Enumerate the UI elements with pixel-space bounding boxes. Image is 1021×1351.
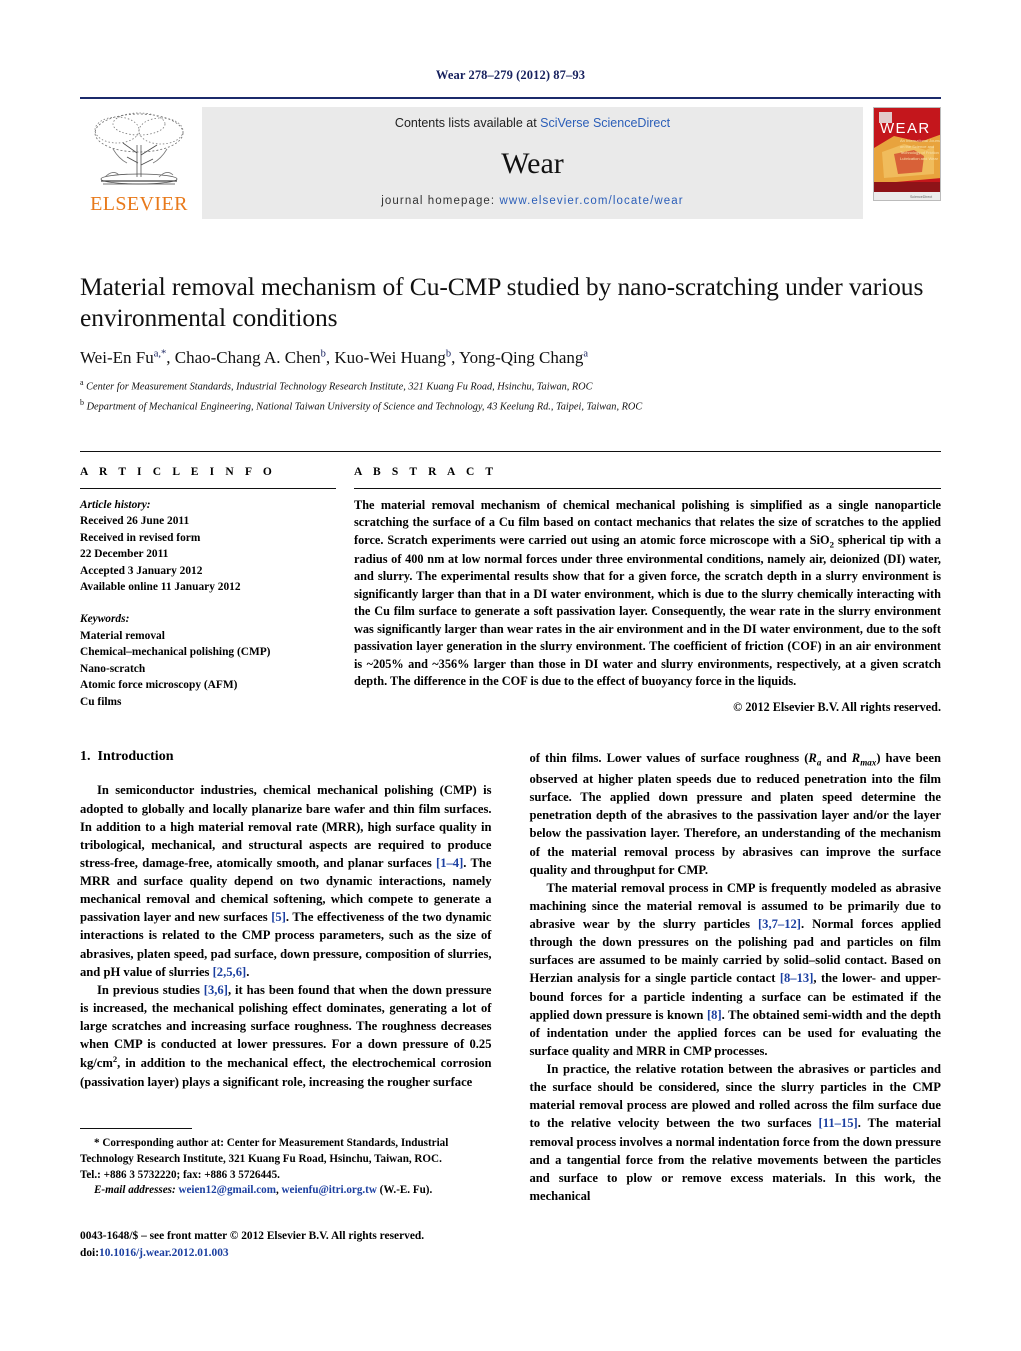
paragraph: The material removal process in CMP is f…	[529, 880, 942, 1058]
abstract-column: A B S T R A C T The material removal mec…	[354, 466, 941, 716]
title-block: Material removal mechanism of Cu-CMP stu…	[80, 271, 941, 415]
abstract-rule	[354, 487, 941, 489]
article-info-column: A R T I C L E I N F O Article history: R…	[80, 466, 336, 716]
history-item: 22 December 2011	[80, 548, 169, 561]
abstract-copyright: © 2012 Elsevier B.V. All rights reserved…	[733, 700, 941, 715]
abstract-text: The material removal mechanism of chemic…	[354, 497, 941, 689]
abstract-heading: A B S T R A C T	[354, 465, 498, 478]
affiliation-b-text: Department of Mechanical Engineering, Na…	[86, 400, 643, 412]
article-history-label: Article history:	[80, 498, 151, 511]
paragraph: of thin films. Lower values of surface r…	[529, 751, 942, 877]
section-number: 1.	[80, 749, 91, 765]
keyword-item: Atomic force microscopy (AFM)	[80, 679, 238, 692]
doi-label: doi:	[80, 1246, 99, 1259]
keyword-item: Nano-scratch	[80, 662, 146, 675]
section-title: Introduction	[97, 749, 174, 765]
history-item: Received 26 June 2011	[80, 515, 190, 528]
email-suffix: (W.-E. Fu).	[379, 1184, 433, 1197]
footnote-rule	[80, 1128, 192, 1129]
svg-text:Lubrication and Wear: Lubrication and Wear	[900, 156, 939, 161]
paragraph: In practice, the relative rotation betwe…	[529, 1062, 942, 1203]
journal-cover-thumbnail: WEAR An International Journal on the Sci…	[869, 107, 941, 219]
keyword-item: Cu films	[80, 695, 122, 708]
info-abstract-region: A R T I C L E I N F O Article history: R…	[80, 450, 941, 716]
svg-text:on the Science and: on the Science and	[900, 144, 934, 149]
footnote-text: * Corresponding author at: Center for Me…	[80, 1136, 481, 1199]
footnote-address: * Corresponding author at: Center for Me…	[80, 1137, 449, 1165]
cover-artwork-icon: WEAR An International Journal on the Sci…	[874, 108, 941, 200]
paragraph: In previous studies [3,6], it has been f…	[80, 982, 492, 1089]
affiliation-a: a Center for Measurement Standards, Indu…	[80, 378, 593, 393]
svg-text:ScienceDirect: ScienceDirect	[910, 195, 932, 199]
colophon: 0043-1648/$ – see front matter © 2012 El…	[80, 1228, 510, 1261]
elsevier-logo: ELSEVIER	[80, 107, 198, 219]
elsevier-tree-icon	[94, 112, 184, 185]
svg-text:An International Journal: An International Journal	[900, 138, 941, 143]
journal-title: Wear	[501, 147, 564, 180]
keywords-block: Keywords: Material removal Chemical–mech…	[80, 611, 336, 710]
journal-masthead: ELSEVIER Contents lists available at Sci…	[80, 97, 941, 219]
journal-homepage-line: journal homepage: www.elsevier.com/locat…	[381, 195, 683, 207]
right-column: of thin films. Lower values of surface r…	[530, 749, 942, 1219]
footnote-emails: E-mail addresses: weien12@gmail.com, wei…	[94, 1184, 433, 1197]
keywords-label: Keywords:	[80, 613, 130, 626]
keyword-item: Material removal	[80, 629, 165, 642]
author-list: Wei-En Fua,*, Chao-Chang A. Chenb, Kuo-W…	[80, 348, 589, 368]
contents-prefix: Contents lists available at	[394, 116, 541, 130]
corresponding-author-footnote: * Corresponding author at: Center for Me…	[80, 1128, 481, 1199]
affiliation-b: b Department of Mechanical Engineering, …	[80, 397, 643, 412]
footnote-phone: Tel.: +886 3 5732220; fax: +886 3 572644…	[80, 1168, 280, 1181]
homepage-prefix: journal homepage:	[381, 195, 500, 207]
article-info-heading: A R T I C L E I N F O	[80, 465, 276, 478]
paper-page: Wear 278–279 (2012) 87–93 ELSEVIER Conte…	[0, 0, 1021, 1351]
elsevier-wordmark: ELSEVIER	[90, 193, 188, 215]
svg-text:Technology of Friction: Technology of Friction	[900, 150, 939, 155]
article-history-block: Article history: Received 26 June 2011 R…	[80, 497, 336, 596]
affiliation-a-text: Center for Measurement Standards, Indust…	[86, 381, 593, 393]
history-item: Received in revised form	[80, 531, 201, 544]
email-addresses-label: E-mail addresses:	[94, 1184, 176, 1197]
history-item: Available online 11 January 2012	[80, 581, 241, 594]
contents-band: Contents lists available at SciVerse Sci…	[202, 107, 863, 219]
journal-homepage-link[interactable]: www.elsevier.com/locate/wear	[500, 195, 684, 207]
issn-front-matter: 0043-1648/$ – see front matter © 2012 El…	[80, 1230, 425, 1242]
keyword-item: Chemical–mechanical polishing (CMP)	[80, 646, 271, 659]
sciencedirect-link[interactable]: SciVerse ScienceDirect	[540, 116, 670, 130]
section-heading-introduction: 1. Introduction	[80, 749, 492, 765]
cover-image: WEAR An International Journal on the Sci…	[873, 107, 941, 201]
doi-link[interactable]: 10.1016/j.wear.2012.01.003	[99, 1247, 229, 1259]
doi-line: doi:10.1016/j.wear.2012.01.003	[80, 1245, 510, 1262]
svg-text:WEAR: WEAR	[880, 120, 931, 137]
history-item: Accepted 3 January 2012	[80, 564, 203, 577]
email-link-1[interactable]: weien12@gmail.com	[178, 1184, 276, 1196]
page-title: Material removal mechanism of Cu-CMP stu…	[80, 272, 924, 333]
email-link-2[interactable]: weienfu@itri.org.tw	[282, 1184, 377, 1196]
article-info-rule	[80, 487, 336, 489]
contents-available-line: Contents lists available at SciVerse Sci…	[395, 116, 670, 130]
running-head: Wear 278–279 (2012) 87–93	[435, 68, 586, 82]
paragraph: In semiconductor industries, chemical me…	[80, 783, 492, 979]
